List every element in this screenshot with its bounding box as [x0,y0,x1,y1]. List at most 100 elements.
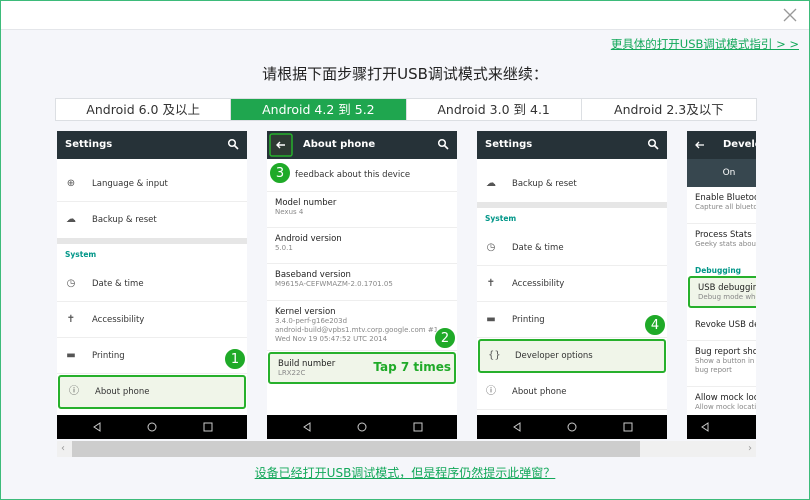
step-badge: 4 [644,314,666,336]
home-icon [357,422,367,432]
search-icon [647,138,659,150]
item-label: Printing [512,314,545,325]
phone-header: Settings [57,131,247,159]
steps-carousel: Settings ⊕ Language & input ☁ Backup & res… [57,131,756,439]
list-item: ✝ Accessibility [57,302,247,338]
globe-icon: ⊕ [66,177,76,189]
nav-bar [687,415,756,439]
tab-android-4-2[interactable]: Android 4.2 到 5.2 [231,99,407,120]
list-item: ▬ Printing [57,338,247,374]
tap-hint: Tap 7 times [373,360,451,374]
step-3-screenshot: Settings ☁ Backup & reset System ◷ Date & … [477,131,667,439]
back-icon [701,422,709,432]
tab-android-6[interactable]: Android 6.0 及以上 [56,99,232,120]
code-icon: {} [488,350,501,361]
scroll-left-icon[interactable]: ‹ [61,443,65,454]
row-key: Process Stats [695,230,752,240]
row-key: USB debugging [698,283,756,293]
list-item-about-phone: ⓘ About phone [58,375,246,409]
title-bar [1,1,809,30]
row-key: Revoke USB debu [695,320,756,330]
recents-icon [413,422,423,432]
item-label: Printing [92,350,125,361]
list-item: ▬ Printing [477,302,667,338]
accessibility-icon: ✝ [486,277,496,289]
feedback-row: feedback about this device [267,159,457,192]
phone-header: Settings [477,131,667,159]
still-prompting-link[interactable]: 设备已经打开USB调试模式，但是程序仍然提示此弹窗？ [255,466,556,480]
usb-debug-dialog: 更具体的打开USB调试模式指引 > > 请根据下面步骤打开USB调试模式来继续：… [0,0,810,500]
row-value: Show a button in th [695,357,756,365]
row-key: Model number [275,198,337,208]
row-key: Kernel version [275,307,336,317]
row-value: Nexus 4 [275,208,304,216]
scroll-right-icon[interactable]: › [748,443,752,454]
android-version-tabs: Android 6.0 及以上 Android 4.2 到 5.2 Androi… [55,98,757,121]
row-value: android-build@vpbs1.mtv.corp.google.com … [275,326,439,334]
info-row: Baseband version M9615A-CEFWMAZM-2.0.1701… [267,264,457,301]
back-arrow-icon [269,133,293,157]
row-key: Android version [275,234,342,244]
printer-icon: ▬ [486,313,496,325]
printer-icon: ▬ [66,349,76,361]
list-item: ⓘ About phone [477,374,667,410]
usb-debugging-row: USB debuggingDebug mode when [688,276,756,308]
row-value: 3.4.0-perf-g16e203d [275,317,348,325]
info-icon: ⓘ [69,386,79,397]
row-key: Baseband version [275,270,351,280]
item-label: Date & time [92,278,144,289]
list-item: ⊕ Language & input [57,166,247,202]
section-label: System [65,250,97,259]
setting-row: Bug report shortcShow a button in thbug … [687,341,756,387]
row-value: Capture all bluetoot [695,203,756,211]
horizontal-scrollbar[interactable]: ‹ › [57,441,756,457]
cloud-icon: ☁ [486,178,496,189]
row-key: Enable Bluetooth [695,193,756,203]
step-4-screenshot: Develop On Enable BluetoothCapture all b… [687,131,756,439]
tab-android-3[interactable]: Android 3.0 到 4.1 [407,99,582,120]
detailed-guide-link[interactable]: 更具体的打开USB调试模式指引 > > [611,36,799,52]
setting-row: Allow mock locatAllow mock locatio [687,387,756,417]
list-item: ◷ Date & time [57,266,247,302]
step-badge: 3 [269,162,291,184]
tab-android-2-3[interactable]: Android 2.3及以下 [582,99,756,120]
item-label: Date & time [512,242,564,253]
still-prompting-help: 设备已经打开USB调试模式，但是程序仍然提示此弹窗？ [1,464,809,481]
row-value: Allow mock locatio [695,403,756,411]
item-label: Language & input [92,178,168,189]
row-value: Geeky stats about r [695,240,756,248]
item-label: Backup & reset [92,215,157,225]
search-icon [437,138,449,150]
row-key: Allow mock locat [695,393,756,403]
close-icon[interactable] [781,6,799,24]
list-item: ☁ Backup & reset [57,202,247,238]
back-icon [303,422,311,432]
setting-row: Revoke USB debu [687,309,756,341]
setting-row: Enable BluetoothCapture all bluetoot [687,187,756,224]
row-value: M9615A-CEFWMAZM-2.0.1701.05 [275,280,393,288]
step-badge: 2 [434,327,456,349]
item-label: About phone [95,387,150,397]
step-badge: 1 [224,348,246,370]
divider [477,202,667,208]
list-item-developer-options: {} Developer options [478,339,666,373]
section-label: System [485,214,517,223]
clock-icon: ◷ [66,277,76,289]
setting-row: Process StatsGeeky stats about r [687,224,756,261]
row-value: Debug mode when [698,293,756,301]
step-2-screenshot: About phone feedback about this device M… [267,131,457,439]
back-icon [93,422,101,432]
row-value: bug report [695,366,732,374]
back-arrow-icon [695,141,704,149]
accessibility-icon: ✝ [66,313,76,325]
info-icon: ⓘ [486,385,496,397]
recents-icon [623,422,633,432]
recents-icon [203,422,213,432]
phone-header: About phone [267,131,457,159]
item-label: Backup & reset [512,179,577,189]
nav-bar [477,415,667,439]
divider [57,238,247,244]
row-value: 5.0.1 [275,244,293,252]
scrollbar-thumb[interactable] [72,441,640,457]
list-item: ☁ Backup & reset [477,166,667,202]
